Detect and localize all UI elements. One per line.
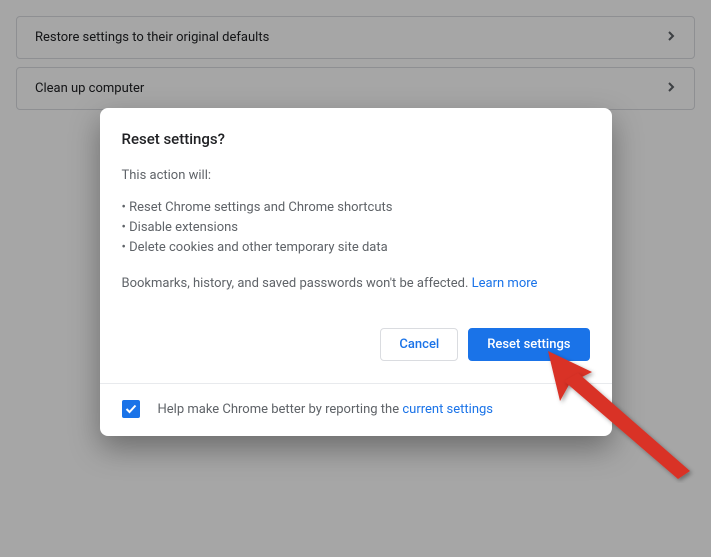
dialog-body: Reset settings? This action will: • Rese…	[100, 108, 612, 310]
dialog-description: This action will: • Reset Chrome setting…	[122, 166, 590, 294]
dialog-footer: Help make Chrome better by reporting the…	[100, 383, 612, 436]
dialog-actions: Cancel Reset settings	[100, 310, 612, 383]
dialog-footer-text: Help make Chrome better by reporting the…	[158, 402, 494, 417]
check-icon	[124, 402, 138, 416]
dialog-bullets: • Reset Chrome settings and Chrome short…	[122, 198, 590, 258]
dialog-bullet: • Delete cookies and other temporary sit…	[122, 238, 590, 258]
reset-settings-button[interactable]: Reset settings	[468, 328, 589, 361]
dialog-note: Bookmarks, history, and saved passwords …	[122, 274, 590, 294]
modal-overlay: Reset settings? This action will: • Rese…	[0, 0, 711, 557]
reset-settings-dialog: Reset settings? This action will: • Rese…	[100, 108, 612, 436]
current-settings-link[interactable]: current settings	[402, 402, 493, 417]
dialog-bullet: • Reset Chrome settings and Chrome short…	[122, 198, 590, 218]
dialog-bullet: • Disable extensions	[122, 218, 590, 238]
dialog-title: Reset settings?	[122, 130, 590, 148]
report-checkbox[interactable]	[122, 400, 140, 418]
dialog-intro: This action will:	[122, 166, 590, 186]
cancel-button[interactable]: Cancel	[380, 328, 458, 361]
learn-more-link[interactable]: Learn more	[472, 276, 538, 291]
